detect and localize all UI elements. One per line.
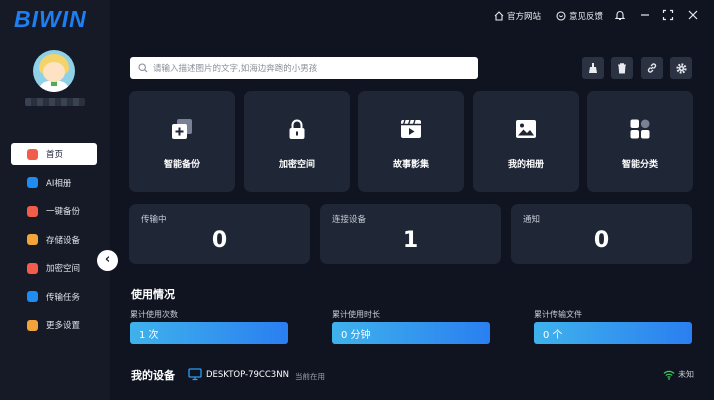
username-blurred <box>25 98 85 106</box>
lock-icon <box>289 119 305 139</box>
sidebar-item-label: 更多设置 <box>46 321 81 331</box>
backup-icon <box>27 205 38 217</box>
sidebar-nav: 首页 AI相册 一键备份 存储设备 加密空间 传输任务 更多设置 <box>11 143 97 343</box>
sidebar: BIWIN 首页 AI相册 一键备份 存储设备 加密空间 传输任务 更多设置 <box>0 0 110 400</box>
feedback-icon <box>556 11 566 21</box>
sidebar-item-label: 传输任务 <box>46 292 81 303</box>
stat-transferring[interactable]: 传输中 0 <box>129 204 310 264</box>
sidebar-item-label: 一键备份 <box>46 207 81 217</box>
collapse-sidebar-button[interactable]: ‹ <box>97 250 118 271</box>
device-name[interactable]: DESKTOP-79CC3NN <box>206 370 289 380</box>
search-input[interactable]: 请输入描述图片的文字,如海边奔跑的小男孩 <box>130 57 478 79</box>
usage-count-label: 累计使用次数 <box>130 310 178 319</box>
fullscreen-icon[interactable] <box>662 9 674 24</box>
feedback-link[interactable]: 意见反馈 <box>556 10 603 22</box>
stat-notifications[interactable]: 通知 0 <box>511 204 692 264</box>
sidebar-item-label: AI相册 <box>46 178 72 189</box>
devices-title: 我的设备 <box>131 369 175 382</box>
sidebar-item-settings[interactable]: 更多设置 <box>11 314 97 336</box>
usage-files-bar: 0 个 <box>534 322 692 344</box>
tile-story-album[interactable]: 故事影集 <box>358 91 464 192</box>
close-icon[interactable] <box>687 9 699 24</box>
link-icon <box>647 63 657 73</box>
tile-encrypt-space[interactable]: 加密空间 <box>244 91 350 192</box>
official-site-link[interactable]: 官方网站 <box>494 10 541 22</box>
clean-button[interactable] <box>582 57 604 79</box>
bell-icon[interactable] <box>614 9 626 24</box>
link-button[interactable] <box>641 57 663 79</box>
monitor-icon <box>188 368 202 381</box>
sidebar-item-label: 首页 <box>46 150 64 160</box>
sidebar-item-label: 加密空间 <box>46 264 81 274</box>
sidebar-item-ai-album[interactable]: AI相册 <box>11 172 97 194</box>
tile-smart-category[interactable]: 智能分类 <box>587 91 693 192</box>
settings-button[interactable] <box>670 57 692 79</box>
usage-duration-bar: 0 分钟 <box>332 322 490 344</box>
avatar[interactable] <box>33 50 75 92</box>
home-icon <box>27 148 38 160</box>
usage-duration-label: 累计使用时长 <box>332 310 380 319</box>
search-icon <box>138 63 148 73</box>
stat-connected-devices[interactable]: 连接设备 1 <box>320 204 501 264</box>
smart-backup-icon <box>172 119 192 139</box>
sidebar-item-backup[interactable]: 一键备份 <box>11 200 97 222</box>
sidebar-item-transfer[interactable]: 传输任务 <box>11 286 97 308</box>
storage-icon <box>27 234 38 245</box>
usage-title: 使用情况 <box>131 288 175 301</box>
tile-my-album[interactable]: 我的相册 <box>473 91 579 192</box>
encrypt-icon <box>27 262 38 274</box>
device-status: 当前在用 <box>295 372 325 381</box>
network-status: 未知 <box>663 369 694 380</box>
minimize-icon[interactable] <box>639 9 651 24</box>
search-placeholder: 请输入描述图片的文字,如海边奔跑的小男孩 <box>153 64 318 74</box>
video-icon <box>401 119 421 138</box>
transfer-icon <box>27 291 38 302</box>
sidebar-item-encrypt[interactable]: 加密空间 <box>11 257 97 279</box>
trash-icon <box>618 63 626 74</box>
app-logo: BIWIN <box>14 6 87 32</box>
brush-icon <box>589 63 597 73</box>
sidebar-item-label: 存储设备 <box>46 235 81 246</box>
usage-count-bar: 1 次 <box>130 322 288 344</box>
wifi-icon <box>663 370 675 380</box>
usage-files-label: 累计传输文件 <box>534 310 582 319</box>
delete-button[interactable] <box>611 57 633 79</box>
ai-album-icon <box>27 177 38 188</box>
category-icon <box>630 119 650 139</box>
settings-icon <box>27 319 38 331</box>
home-icon <box>494 11 504 21</box>
gear-icon <box>675 62 687 74</box>
sidebar-item-home[interactable]: 首页 <box>11 143 97 165</box>
tile-smart-backup[interactable]: 智能备份 <box>129 91 235 192</box>
image-icon <box>516 120 536 138</box>
sidebar-item-storage[interactable]: 存储设备 <box>11 229 97 251</box>
